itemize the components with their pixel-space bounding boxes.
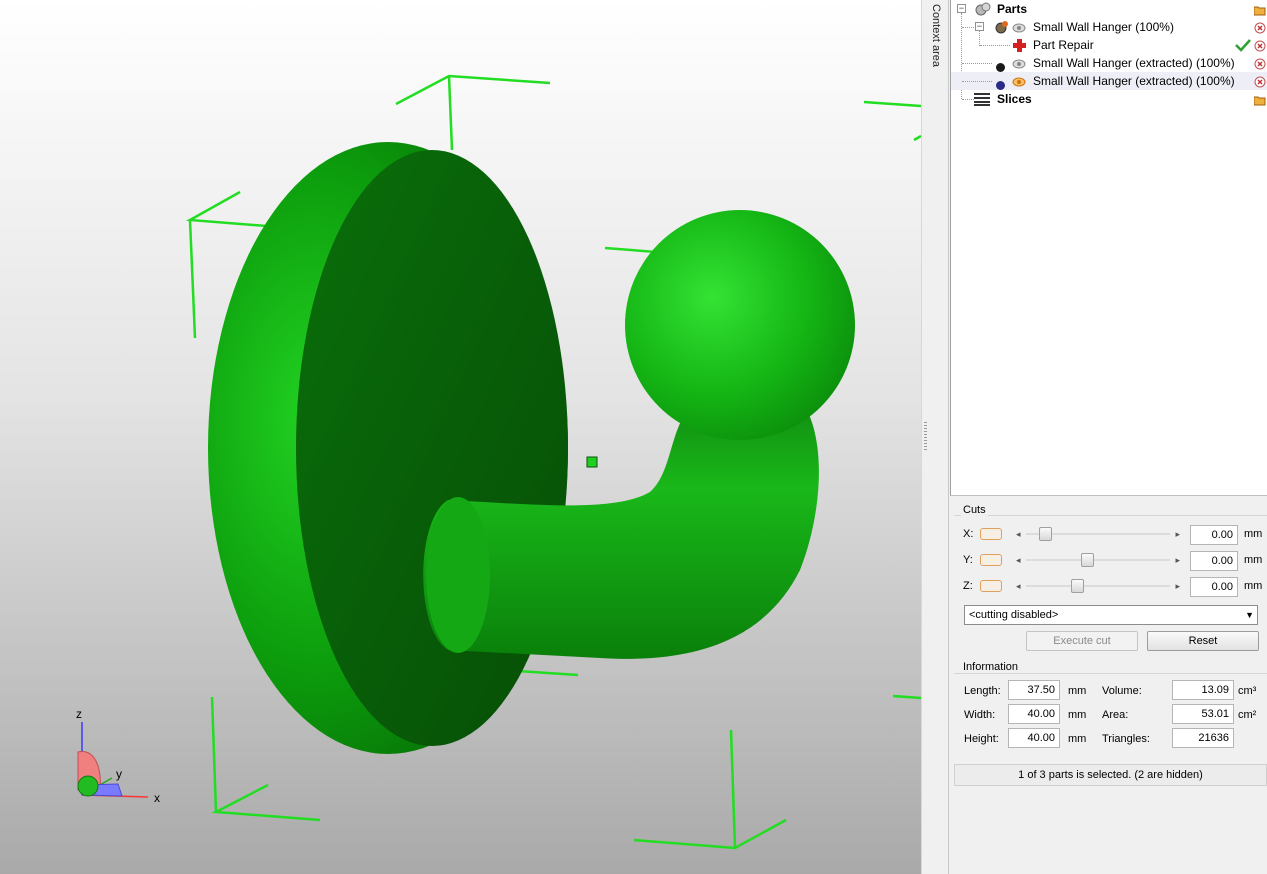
part-label: Small Wall Hanger (extracted) (100%) xyxy=(1033,56,1235,70)
information-group xyxy=(954,673,1267,674)
slider-thumb[interactable] xyxy=(1081,553,1095,567)
cut-x-toggle[interactable] xyxy=(980,528,1002,540)
length-value: 37.50 xyxy=(1008,680,1060,700)
height-label: Height: xyxy=(964,733,999,745)
parts-label: Parts xyxy=(997,2,1028,16)
cut-x-value[interactable]: 0.00 xyxy=(1190,525,1238,545)
tree-item-part[interactable]: − Small Wall Hanger (100%) xyxy=(951,18,1267,36)
selection-status: 1 of 3 parts is selected. (2 are hidden) xyxy=(954,764,1267,786)
unit-label: cm² xyxy=(1238,709,1257,721)
length-label: Length: xyxy=(964,685,1001,697)
splitter-grip[interactable] xyxy=(924,422,927,452)
unit-label: mm xyxy=(1244,554,1263,566)
model-render[interactable]: z y x xyxy=(0,0,921,874)
axis-z-label: z xyxy=(76,707,82,721)
collapse-toggle[interactable]: − xyxy=(957,4,966,13)
collapse-toggle[interactable]: − xyxy=(975,22,984,31)
context-area-label: Context area xyxy=(930,4,942,67)
cut-y-value[interactable]: 0.00 xyxy=(1190,551,1238,571)
information-title: Information xyxy=(961,661,1021,673)
unit-label: mm xyxy=(1244,528,1263,540)
remove-icon[interactable] xyxy=(1254,75,1266,88)
area-label: Area: xyxy=(1102,709,1129,721)
width-value: 40.00 xyxy=(1008,704,1060,724)
height-value: 40.00 xyxy=(1008,728,1060,748)
triangles-value: 21636 xyxy=(1172,728,1234,748)
hanger-ball xyxy=(625,210,855,440)
remove-icon[interactable] xyxy=(1254,39,1266,52)
slider-thumb[interactable] xyxy=(1039,527,1053,541)
tree-item-extracted-2[interactable]: Small Wall Hanger (extracted) (100%) xyxy=(951,72,1267,90)
unit-label: mm xyxy=(1244,580,1263,592)
unit-label: mm xyxy=(1068,733,1087,745)
slices-label: Slices xyxy=(997,92,1032,106)
cut-z-label: Z: xyxy=(963,580,973,592)
slider-thumb[interactable] xyxy=(1070,579,1084,593)
cut-x-label: X: xyxy=(963,528,974,540)
open-folder-icon[interactable] xyxy=(1253,93,1266,106)
cut-z-slider[interactable]: ◂ ▸ xyxy=(1012,578,1184,594)
reset-button[interactable]: Reset xyxy=(1147,631,1259,651)
unit-label: cm³ xyxy=(1238,685,1257,697)
axis-x-label: x xyxy=(154,791,160,805)
chevron-down-icon: ▼ xyxy=(1245,610,1254,620)
area-value: 53.01 xyxy=(1172,704,1234,724)
axes-gizmo: z y x xyxy=(76,707,160,805)
volume-value: 13.09 xyxy=(1172,680,1234,700)
tree-item-extracted-1[interactable]: Small Wall Hanger (extracted) (100%) xyxy=(951,54,1267,72)
properties-panel: Cuts X: ◂ ▸ 0.00 mm Y: ◂ ▸ 0.00 mm Z: ◂ ▸ 0… xyxy=(950,496,1267,874)
slices-icon xyxy=(974,92,990,111)
hanger-arm-base xyxy=(426,497,490,653)
cut-x-slider[interactable]: ◂ ▸ xyxy=(1012,526,1184,542)
hanger-plate-face xyxy=(296,150,568,746)
tree-node-parts[interactable]: − Parts xyxy=(951,0,1267,18)
triangles-label: Triangles: xyxy=(1102,733,1150,745)
tree-item-part-repair[interactable]: Part Repair xyxy=(951,36,1267,54)
width-label: Width: xyxy=(964,709,996,721)
axis-y-label: y xyxy=(116,767,122,781)
pivot-marker[interactable] xyxy=(586,456,598,468)
context-area-strip[interactable]: Context area xyxy=(921,0,949,874)
cuts-group xyxy=(954,515,1267,516)
execute-cut-button[interactable]: Execute cut xyxy=(1026,631,1138,651)
remove-icon[interactable] xyxy=(1254,21,1266,34)
3d-viewport[interactable]: z y x xyxy=(0,0,921,874)
part-tree[interactable]: − Parts − Small Wall Hanger (100%) Part … xyxy=(950,0,1267,496)
cut-z-toggle[interactable] xyxy=(980,580,1002,592)
cuts-title: Cuts xyxy=(961,504,988,516)
unit-label: mm xyxy=(1068,709,1087,721)
unit-label: mm xyxy=(1068,685,1087,697)
cut-z-value[interactable]: 0.00 xyxy=(1190,577,1238,597)
remove-icon[interactable] xyxy=(1254,57,1266,70)
tree-node-slices[interactable]: Slices xyxy=(951,90,1267,108)
cut-y-slider[interactable]: ◂ ▸ xyxy=(1012,552,1184,568)
volume-label: Volume: xyxy=(1102,685,1142,697)
part-repair-label: Part Repair xyxy=(1033,38,1094,52)
cut-mode-value: <cutting disabled> xyxy=(969,609,1059,621)
cut-mode-select[interactable]: <cutting disabled> ▼ xyxy=(964,605,1258,625)
open-folder-icon[interactable] xyxy=(1253,3,1266,16)
part-label: Small Wall Hanger (100%) xyxy=(1033,20,1174,34)
cut-y-label: Y: xyxy=(963,554,973,566)
cut-y-toggle[interactable] xyxy=(980,554,1002,566)
part-label: Small Wall Hanger (extracted) (100%) xyxy=(1033,74,1235,88)
